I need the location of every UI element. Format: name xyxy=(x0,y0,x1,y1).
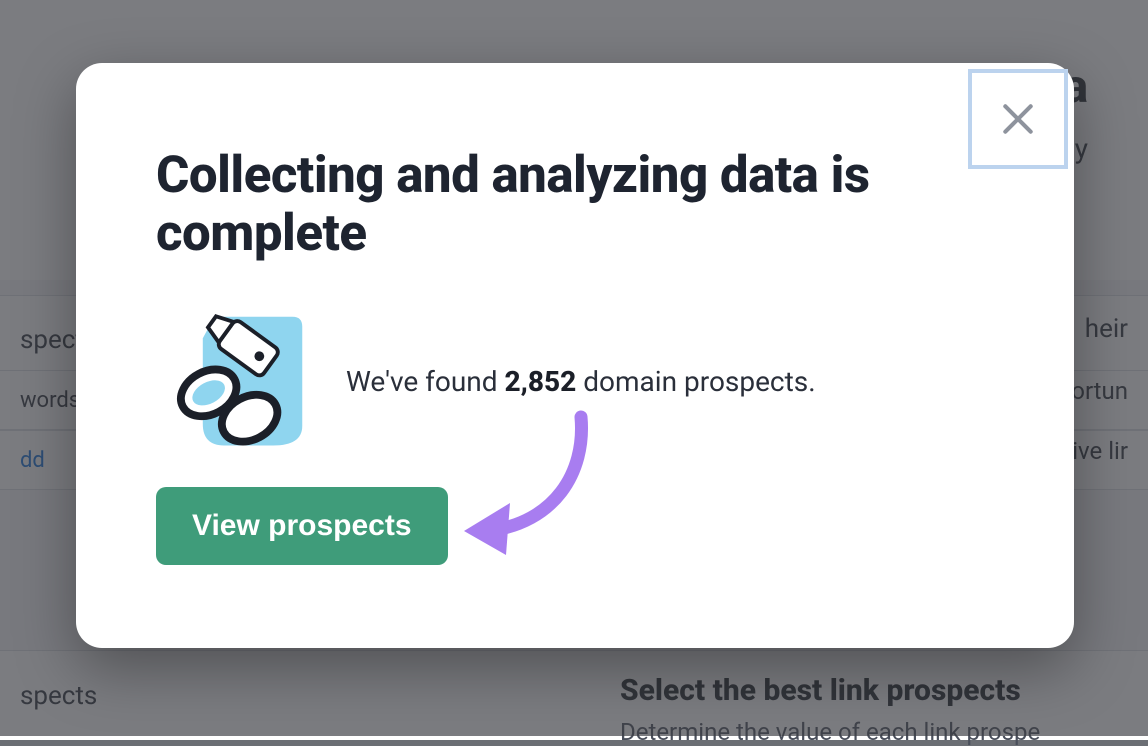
view-prospects-button[interactable]: View prospects xyxy=(156,487,448,565)
curved-arrow-icon xyxy=(446,403,616,573)
modal-title: Collecting and analyzing data is complet… xyxy=(156,147,916,263)
msg-prefix: We've found xyxy=(346,365,504,398)
completion-modal: Collecting and analyzing data is complet… xyxy=(76,63,1074,648)
msg-suffix: domain prospects. xyxy=(576,365,815,398)
cta-row: View prospects xyxy=(156,487,994,565)
close-icon xyxy=(999,100,1037,138)
chain-link-illustration-icon xyxy=(156,309,312,453)
prospect-count: 2,852 xyxy=(504,365,576,398)
close-button[interactable] xyxy=(968,69,1068,169)
modal-message: We've found 2,852 domain prospects. xyxy=(346,365,816,398)
